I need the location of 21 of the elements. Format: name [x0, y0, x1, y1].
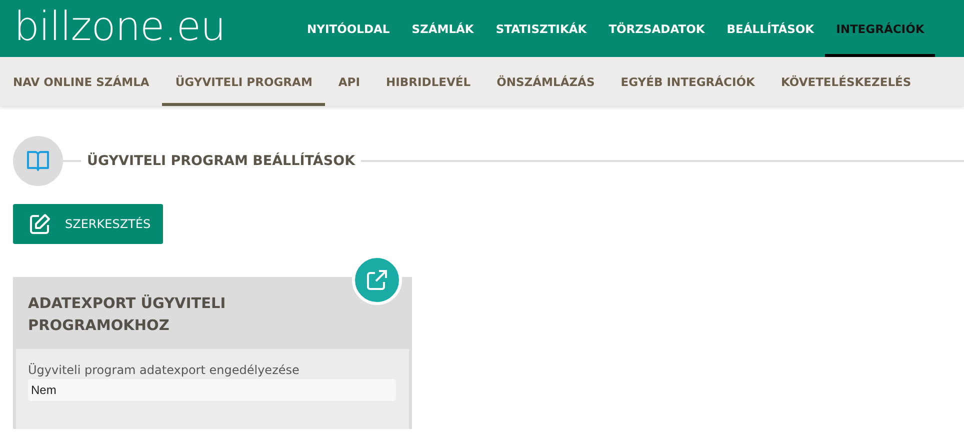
- main-nav-tab[interactable]: BEÁLLÍTÁSOK: [716, 3, 826, 57]
- external-link-icon: [366, 269, 388, 291]
- field-value: Nem: [28, 379, 396, 401]
- sub-nav-tab[interactable]: ÖNSZÁMLÁZÁS: [484, 60, 608, 106]
- field-label: Ügyviteli program adatexport engedélyezése: [28, 363, 300, 377]
- sub-nav-tab[interactable]: KÖVETELÉSKEZELÉS: [768, 60, 924, 106]
- sub-nav-tab[interactable]: EGYÉB INTEGRÁCIÓK: [608, 60, 768, 106]
- sub-nav-tab[interactable]: HIBRIDLEVÉL: [373, 60, 484, 106]
- sub-nav-tab[interactable]: API: [325, 60, 373, 106]
- main-nav-tab[interactable]: SZÁMLÁK: [400, 3, 485, 57]
- main-nav-tab[interactable]: TÖRZSADATOK: [598, 3, 716, 57]
- sub-nav-tab[interactable]: NAV ONLINE SZÁMLA: [0, 60, 162, 106]
- edit-icon: [29, 213, 51, 235]
- card-title: ADATEXPORT ÜGYVITELI PROGRAMOKHOZ: [28, 294, 227, 336]
- sub-nav-tab[interactable]: ÜGYVITELI PROGRAM: [162, 60, 326, 106]
- main-nav-tab[interactable]: NYITÓOLDAL: [296, 3, 401, 57]
- section-title: ÜGYVITELI PROGRAM BEÁLLÍTÁSOK: [87, 153, 356, 169]
- edit-button[interactable]: SZERKESZTÉS: [13, 204, 163, 244]
- book-icon: [26, 150, 50, 172]
- logo[interactable]: billzone.eu: [0, 0, 296, 57]
- main-nav-tab[interactable]: STATISZTIKÁK: [484, 3, 598, 57]
